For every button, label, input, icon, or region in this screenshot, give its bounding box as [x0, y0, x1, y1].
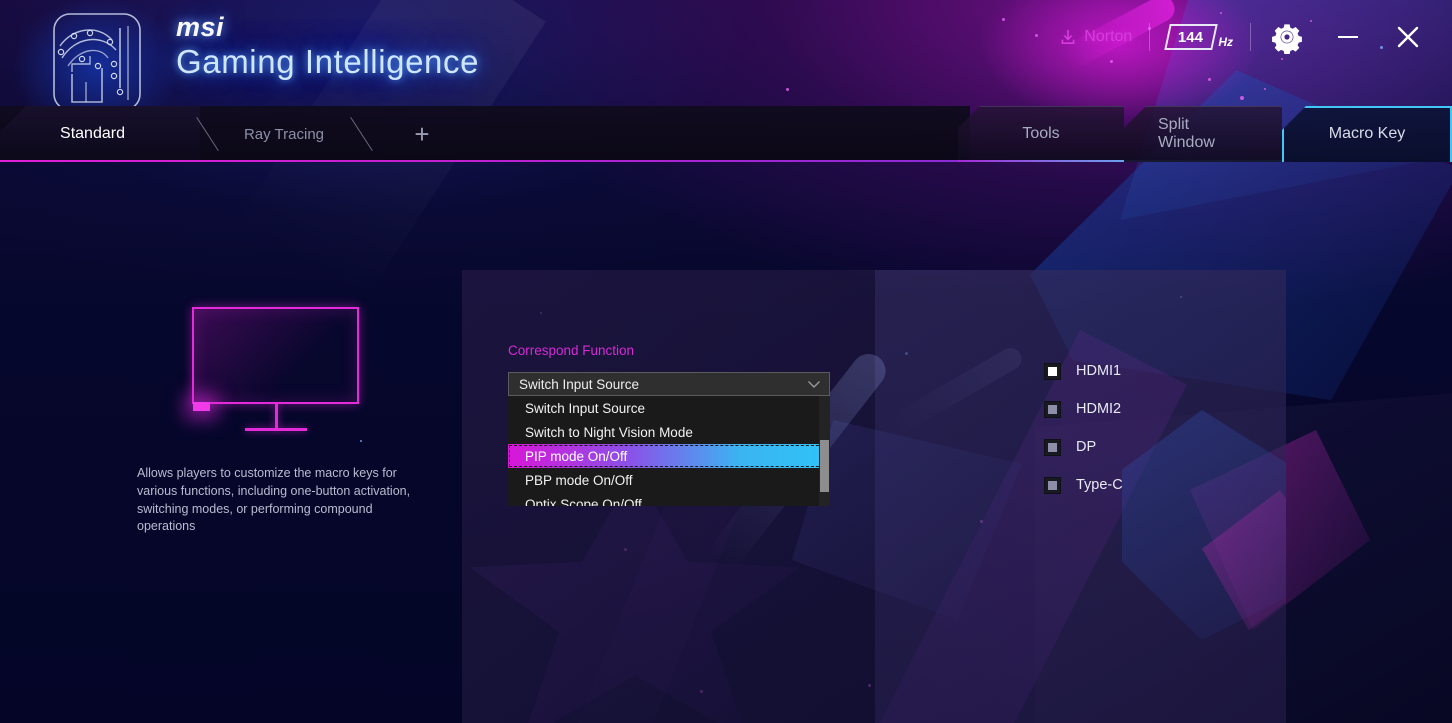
tab-tools[interactable]: Tools [958, 106, 1288, 162]
tab-bar: Standard Ray Tracing + Tools Split Windo… [0, 106, 1452, 162]
refresh-rate-unit: Hz [1218, 35, 1233, 49]
monitor-screen [192, 307, 359, 404]
radio-icon [1044, 476, 1061, 494]
brand-msi: msi [176, 12, 225, 42]
tab-separator-1 [185, 106, 229, 162]
dropdown-option-label: Optix Scope On/Off [525, 496, 642, 507]
brand-title: msi Gaming Intelligence [176, 12, 480, 80]
close-button[interactable] [1386, 17, 1430, 57]
header-divider-1 [1149, 23, 1151, 51]
tab-macro-key[interactable]: Macro Key [1282, 106, 1452, 162]
correspond-function-label: Correspond Function [508, 343, 635, 358]
input-source-label: HDMI2 [1076, 401, 1122, 417]
chevron-down-icon [808, 380, 820, 388]
dropdown-option[interactable]: Switch to Night Vision Mode [508, 420, 830, 444]
download-icon [1061, 30, 1075, 44]
tab-tools-label: Tools [1022, 125, 1060, 142]
right-tab-group: Tools Split Window Macro Key [958, 106, 1452, 162]
input-source-list: HDMI1 HDMI2 DP Type-C [1044, 352, 1123, 504]
tab-split-window[interactable]: Split Window [1124, 106, 1282, 162]
input-source-type-c[interactable]: Type-C [1044, 466, 1123, 504]
correspond-function-select[interactable]: Switch Input Source [508, 372, 830, 396]
dropdown-option-label: Switch to Night Vision Mode [525, 424, 693, 440]
settings-panel: Correspond Function Switch Input Source … [462, 270, 1286, 723]
gear-icon [1272, 24, 1302, 55]
monitor-base [245, 428, 307, 431]
dropdown-option[interactable]: Switch Input Source [508, 396, 830, 420]
norton-label: Norton [1084, 28, 1133, 45]
correspond-function-dropdown[interactable]: Switch Input Source Switch to Night Visi… [508, 396, 830, 506]
close-icon [1397, 26, 1419, 48]
main-content: Allows players to customize the macro ke… [0, 162, 1452, 723]
minimize-button[interactable] [1326, 17, 1370, 57]
dropdown-option[interactable]: PBP mode On/Off [508, 468, 830, 492]
settings-button[interactable] [1270, 20, 1304, 55]
minimize-icon [1338, 36, 1358, 38]
header-controls: Norton 144 Hz [1059, 0, 1452, 74]
tab-standard-label: Standard [60, 125, 125, 142]
dropdown-option[interactable]: Optix Scope On/Off [508, 492, 830, 507]
dropdown-option-label: PBP mode On/Off [525, 472, 633, 488]
norton-button[interactable]: Norton [1059, 28, 1132, 46]
input-source-label: Type-C [1076, 477, 1123, 493]
dropdown-scrollbar-thumb[interactable] [820, 440, 829, 492]
radio-icon [1044, 400, 1061, 418]
tab-ray-tracing-label: Ray Tracing [243, 125, 325, 143]
radio-icon [1044, 362, 1061, 380]
left-tab-group: Standard Ray Tracing + [0, 106, 461, 162]
header-divider-2 [1250, 23, 1251, 51]
dropdown-option-label: Switch Input Source [525, 400, 646, 416]
window-header: msi Gaming Intelligence Norton 144 Hz [0, 0, 1452, 136]
input-source-label: HDMI1 [1076, 363, 1122, 379]
refresh-rate-box: 144 [1164, 24, 1219, 50]
radio-icon [1044, 438, 1061, 456]
gaming-intelligence-circuit-logo [12, 0, 182, 136]
correspond-function-value: Switch Input Source [519, 376, 640, 392]
input-source-label: DP [1076, 439, 1097, 455]
feature-description: Allows players to customize the macro ke… [137, 466, 411, 534]
monitor-neck [275, 404, 278, 430]
brand-subtitle: Gaming Intelligence [176, 43, 480, 80]
monitor-macro-key-indicator [193, 402, 210, 411]
msi-gaming-intelligence-window: msi Gaming Intelligence Norton 144 Hz St… [0, 0, 1452, 723]
input-source-hdmi2[interactable]: HDMI2 [1044, 390, 1123, 428]
dropdown-option-selected[interactable]: PIP mode On/Off [508, 444, 830, 468]
tab-standard[interactable]: Standard [0, 106, 185, 162]
dropdown-option-label: PIP mode On/Off [525, 448, 628, 464]
input-source-dp[interactable]: DP [1044, 428, 1123, 466]
tab-separator-2 [339, 106, 383, 162]
tab-macro-key-label: Macro Key [1328, 125, 1406, 142]
tab-ray-tracing[interactable]: Ray Tracing [229, 106, 339, 162]
refresh-rate-badge[interactable]: 144 Hz [1164, 24, 1233, 50]
dropdown-scrollbar[interactable] [819, 396, 830, 506]
input-source-hdmi1[interactable]: HDMI1 [1044, 352, 1123, 390]
add-profile-label: + [414, 118, 430, 149]
add-profile-button[interactable]: + [383, 106, 461, 162]
monitor-illustration [137, 292, 437, 472]
tab-split-window-label: Split Window [1158, 116, 1215, 151]
refresh-rate-value: 144 [1178, 28, 1204, 46]
